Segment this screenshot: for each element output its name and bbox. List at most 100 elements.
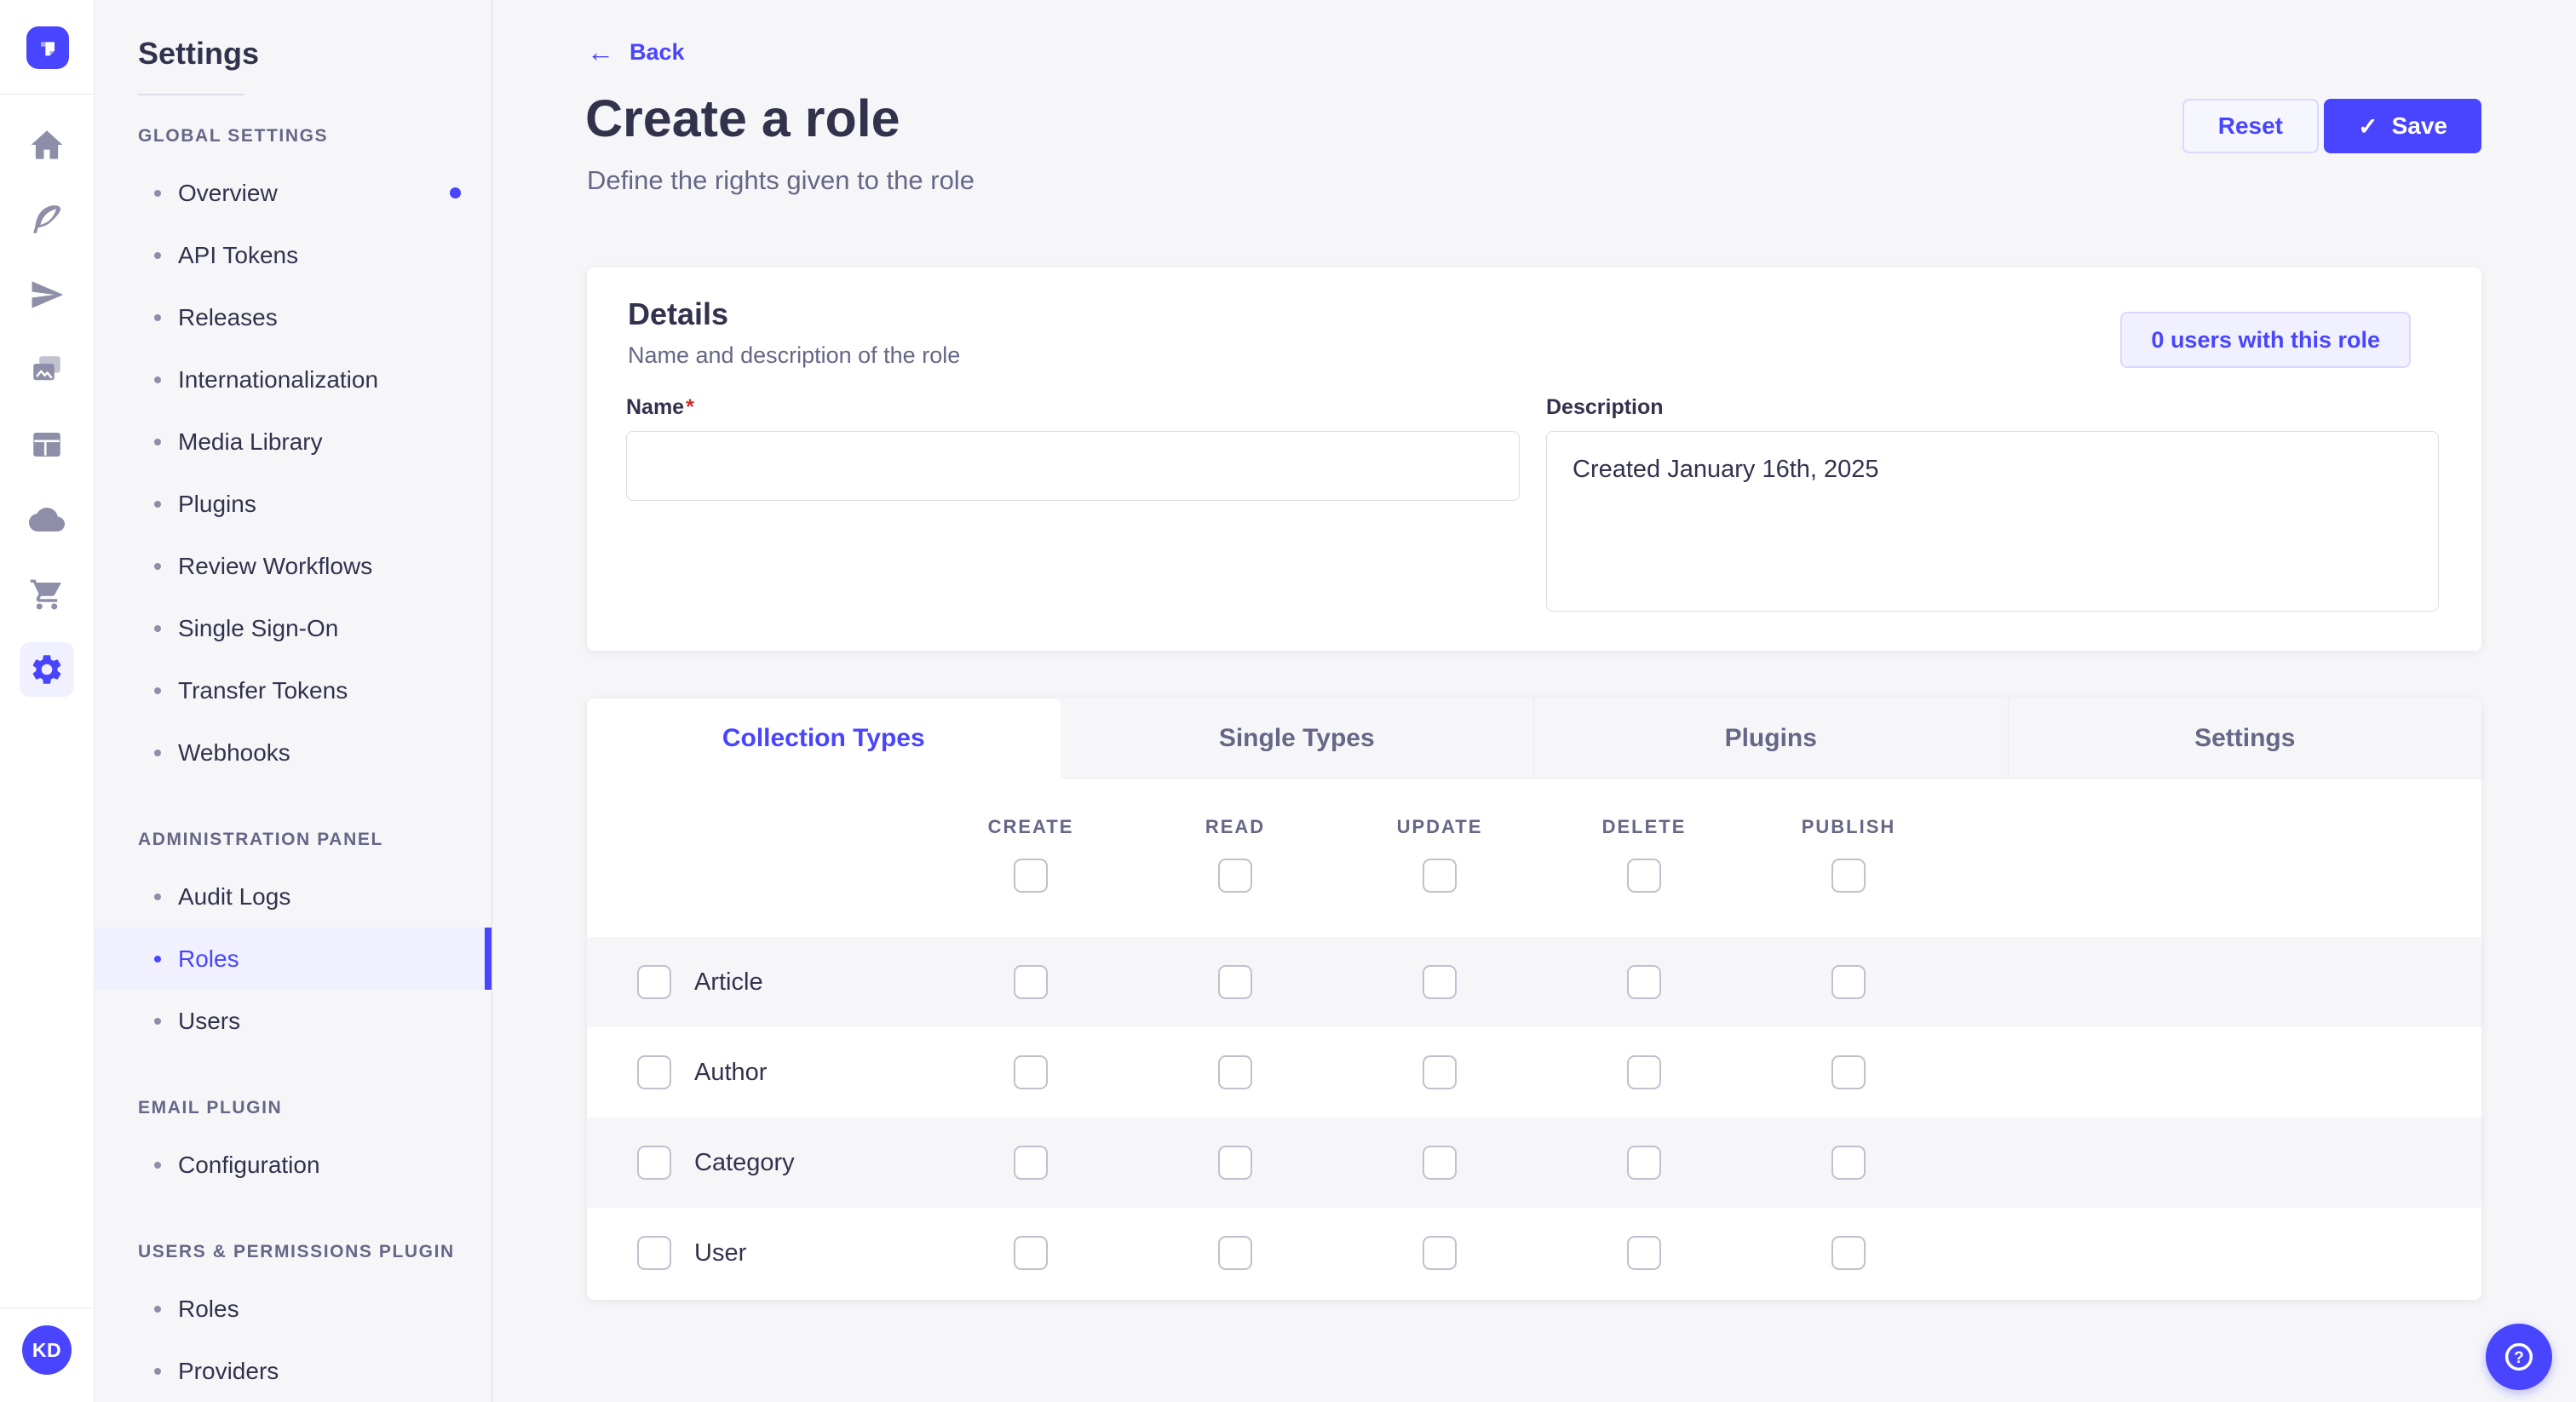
- sidebar-item-single-sign-on[interactable]: Single Sign-On: [94, 597, 492, 659]
- rail-divider: [0, 94, 94, 95]
- tab-plugins[interactable]: Plugins: [1533, 698, 2008, 779]
- row-author-checkbox[interactable]: [637, 1055, 671, 1089]
- user-create-checkbox[interactable]: [1014, 1236, 1048, 1270]
- tab-single-types[interactable]: Single Types: [1061, 698, 1534, 779]
- category-create-checkbox[interactable]: [1014, 1146, 1048, 1180]
- page-title: Create a role: [585, 89, 900, 148]
- name-input[interactable]: [626, 431, 1520, 501]
- users-with-role-button[interactable]: 0 users with this role: [2120, 312, 2411, 368]
- perm-cell: [1337, 1208, 1542, 1298]
- row-category-checkbox[interactable]: [637, 1146, 671, 1180]
- sidebar-title: Settings: [138, 36, 492, 72]
- gear-icon[interactable]: [20, 642, 74, 697]
- sidebar-item-label: Configuration: [178, 1152, 320, 1179]
- media-icon[interactable]: [20, 342, 74, 397]
- icon-rail: KD: [0, 0, 95, 1402]
- description-textarea[interactable]: Created January 16th, 2025: [1546, 431, 2439, 612]
- home-icon[interactable]: [20, 118, 74, 172]
- sidebar-item-configuration[interactable]: Configuration: [94, 1134, 492, 1196]
- layout-icon[interactable]: [20, 417, 74, 472]
- bullet-icon: [154, 1162, 161, 1169]
- perm-column-label: CREATE: [988, 816, 1074, 838]
- perm-cell: [1133, 1118, 1337, 1208]
- sidebar-item-internationalization[interactable]: Internationalization: [94, 348, 492, 411]
- sidebar-item-label: Roles: [178, 945, 239, 973]
- tab-collection-types[interactable]: Collection Types: [587, 698, 1061, 779]
- select-all-publish-checkbox[interactable]: [1831, 859, 1866, 893]
- sidebar-item-roles[interactable]: Roles: [94, 1278, 492, 1340]
- author-delete-checkbox[interactable]: [1627, 1055, 1661, 1089]
- sidebar-item-audit-logs[interactable]: Audit Logs: [94, 865, 492, 928]
- select-all-update-checkbox[interactable]: [1423, 859, 1457, 893]
- avatar[interactable]: KD: [22, 1325, 72, 1375]
- perm-cell: [1337, 1118, 1542, 1208]
- user-update-checkbox[interactable]: [1423, 1236, 1457, 1270]
- article-create-checkbox[interactable]: [1014, 965, 1048, 999]
- author-read-checkbox[interactable]: [1218, 1055, 1252, 1089]
- row-user-checkbox[interactable]: [637, 1236, 671, 1270]
- article-update-checkbox[interactable]: [1423, 965, 1457, 999]
- select-all-read-checkbox[interactable]: [1218, 859, 1252, 893]
- perm-cell: [1133, 937, 1337, 1027]
- sidebar-item-webhooks[interactable]: Webhooks: [94, 721, 492, 784]
- sidebar-section-label: ADMINISTRATION PANEL: [94, 814, 492, 865]
- author-update-checkbox[interactable]: [1423, 1055, 1457, 1089]
- reset-button[interactable]: Reset: [2182, 99, 2319, 153]
- sidebar-item-label: Review Workflows: [178, 553, 372, 580]
- perm-row-head[interactable]: Author: [587, 1027, 929, 1118]
- author-publish-checkbox[interactable]: [1831, 1055, 1866, 1089]
- sidebar-sections: GLOBAL SETTINGSOverviewAPI TokensRelease…: [94, 111, 492, 1402]
- perm-row-head[interactable]: Article: [587, 937, 929, 1027]
- paper-plane-icon[interactable]: [20, 267, 74, 322]
- select-all-delete-checkbox[interactable]: [1627, 859, 1661, 893]
- cloud-icon[interactable]: [20, 492, 74, 547]
- help-button[interactable]: ?: [2486, 1324, 2552, 1390]
- row-article-checkbox[interactable]: [637, 965, 671, 999]
- save-button[interactable]: ✓ Save: [2324, 99, 2481, 153]
- article-publish-checkbox[interactable]: [1831, 965, 1866, 999]
- feather-icon[interactable]: [20, 192, 74, 247]
- sidebar-item-overview[interactable]: Overview: [94, 162, 492, 224]
- user-read-checkbox[interactable]: [1218, 1236, 1252, 1270]
- article-read-checkbox[interactable]: [1218, 965, 1252, 999]
- perm-rows: ArticleAuthorCategory User: [587, 937, 2481, 1298]
- category-publish-checkbox[interactable]: [1831, 1146, 1866, 1180]
- tab-settings[interactable]: Settings: [2008, 698, 2482, 779]
- user-publish-checkbox[interactable]: [1831, 1236, 1866, 1270]
- sidebar-item-users[interactable]: Users: [94, 990, 492, 1052]
- sidebar-item-media-library[interactable]: Media Library: [94, 411, 492, 473]
- author-create-checkbox[interactable]: [1014, 1055, 1048, 1089]
- sidebar-item-providers[interactable]: Providers: [94, 1340, 492, 1402]
- perm-row-head[interactable]: User: [587, 1208, 929, 1298]
- back-link[interactable]: ← Back: [587, 39, 685, 66]
- sidebar-item-review-workflows[interactable]: Review Workflows: [94, 535, 492, 597]
- save-label: Save: [2392, 112, 2447, 140]
- sidebar-item-label: Roles: [178, 1296, 239, 1323]
- settings-sidebar: Settings GLOBAL SETTINGSOverviewAPI Toke…: [94, 0, 492, 1402]
- sidebar-item-api-tokens[interactable]: API Tokens: [94, 224, 492, 286]
- perm-column-label: READ: [1205, 816, 1265, 838]
- perm-cell: [1337, 1027, 1542, 1118]
- strapi-logo[interactable]: [26, 26, 69, 69]
- category-read-checkbox[interactable]: [1218, 1146, 1252, 1180]
- article-delete-checkbox[interactable]: [1627, 965, 1661, 999]
- perm-cell: [929, 1208, 1133, 1298]
- sidebar-item-releases[interactable]: Releases: [94, 286, 492, 348]
- perm-row-head[interactable]: Category: [587, 1118, 929, 1208]
- bullet-icon: [154, 501, 161, 508]
- sidebar-item-transfer-tokens[interactable]: Transfer Tokens: [94, 659, 492, 721]
- sidebar-item-plugins[interactable]: Plugins: [94, 473, 492, 535]
- sidebar-item-label: Releases: [178, 304, 278, 331]
- user-delete-checkbox[interactable]: [1627, 1236, 1661, 1270]
- category-update-checkbox[interactable]: [1423, 1146, 1457, 1180]
- select-all-create-checkbox[interactable]: [1014, 859, 1048, 893]
- category-delete-checkbox[interactable]: [1627, 1146, 1661, 1180]
- sidebar-item-label: Single Sign-On: [178, 615, 338, 642]
- perm-cell: [1746, 937, 1951, 1027]
- cart-icon[interactable]: [20, 567, 74, 622]
- perm-header: CREATEREADUPDATEDELETEPUBLISH: [587, 779, 2481, 937]
- perm-row-author: Author: [587, 1027, 2481, 1118]
- sidebar-item-roles[interactable]: Roles: [94, 928, 492, 990]
- row-label: User: [694, 1239, 746, 1267]
- description-field-label: Description: [1546, 395, 1664, 420]
